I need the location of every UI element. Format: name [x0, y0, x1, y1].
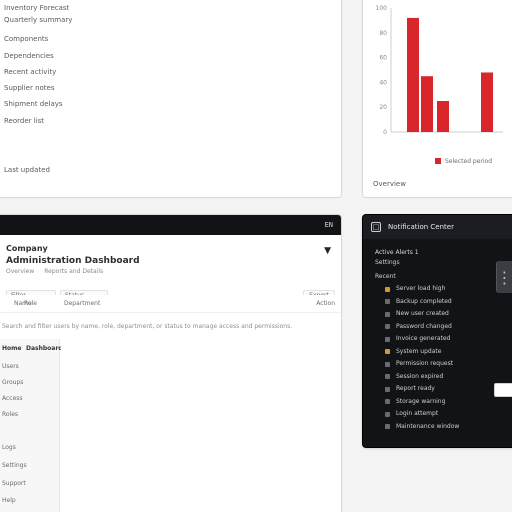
panel-line: Last updated [4, 166, 50, 174]
sidebar-item[interactable]: Logs [2, 444, 16, 452]
bullet-dot-icon [385, 424, 390, 429]
panel-line: Components [4, 35, 49, 43]
notification-text: System update [396, 347, 442, 355]
bullet-dot-icon [385, 374, 390, 379]
notification-row[interactable]: Backup completed [385, 296, 504, 308]
notification-text: Session expired [396, 372, 444, 380]
notification-text: Server load high [396, 285, 446, 292]
bullet-dot-icon [385, 299, 390, 304]
notification-settings-link[interactable]: Settings [375, 259, 400, 267]
panel-line: Inventory Forecast [4, 4, 70, 12]
notification-title: Notification Center [388, 223, 454, 231]
notification-row[interactable]: System update [385, 346, 504, 358]
warning-dot-icon [385, 349, 390, 354]
window-titlebar: EN [0, 215, 341, 235]
panel-line: Recent activity [4, 68, 57, 76]
bullet-dot-icon [385, 361, 390, 367]
notification-summary: Active Alerts 1 [375, 249, 419, 256]
y-tick-label: 100 [376, 5, 388, 12]
chevron-down-icon[interactable]: ▼ [324, 246, 331, 257]
notification-row[interactable]: Permission request [385, 358, 504, 370]
column-header[interactable]: Action [316, 300, 335, 308]
notification-row[interactable]: Session expired [385, 371, 504, 383]
notification-row[interactable]: Invoice generated [385, 333, 504, 345]
notification-panel: □ Notification Center Active Alerts 1 Se… [362, 214, 512, 448]
notification-text: Maintenance window [396, 422, 460, 430]
notification-header: □ Notification Center [363, 215, 512, 239]
search-help-text: Search and filter users by name, role, d… [2, 323, 293, 330]
bar[interactable] [421, 76, 433, 132]
column-header[interactable]: Department [64, 300, 100, 308]
notification-section: Recent [375, 273, 396, 280]
legend-label: Selected period [445, 158, 492, 165]
notification-row[interactable]: Server load high [385, 283, 504, 295]
panel-line: Reorder list [4, 117, 45, 125]
sidebar-item[interactable]: Roles [2, 411, 18, 419]
notification-row[interactable]: Report ready [385, 383, 504, 395]
bar-chart: 0 20 40 60 80 100 Selected period [376, 5, 503, 165]
y-tick-label: 60 [379, 55, 387, 62]
y-tick-label: 0 [383, 129, 387, 136]
main-window: EN Company Administration Dashboard Over… [0, 214, 342, 512]
sidebar-item[interactable]: Groups [2, 379, 23, 387]
panel-icon: □ [371, 222, 381, 232]
company-name: Company [6, 244, 48, 253]
notification-row[interactable]: Storage warning [385, 396, 504, 408]
notification-row[interactable]: Maintenance window [385, 421, 504, 433]
panel-line: Supplier notes [4, 84, 55, 92]
y-tick-label: 80 [379, 30, 387, 37]
page-title: Administration Dashboard [6, 256, 140, 266]
y-tick-label: 20 [379, 104, 387, 111]
sidebar-item[interactable]: Support [2, 480, 26, 488]
subtitle-item: Reports and Details [44, 268, 104, 275]
notification-text: Password changed [396, 322, 452, 330]
bullet-dot-icon [385, 336, 390, 342]
notification-text: New user created [396, 310, 449, 317]
content-area [61, 339, 341, 512]
bullet-dot-icon [385, 411, 390, 417]
notification-text: Invoice generated [396, 335, 451, 342]
subtitle-item: Overview [6, 268, 35, 275]
bar[interactable] [481, 72, 493, 132]
bullet-dot-icon [385, 399, 390, 404]
y-tick-label: 40 [379, 79, 387, 86]
chart-caption: Overview [373, 180, 406, 188]
table-header: Name Role Department Action [0, 295, 341, 313]
notification-row[interactable]: Password changed [385, 321, 504, 333]
warning-dot-icon [385, 286, 390, 292]
notification-text: Backup completed [396, 297, 452, 305]
notification-text: Storage warning [396, 397, 446, 405]
panel-drag-handle[interactable]: ⋮ [496, 261, 512, 293]
bullet-dot-icon [385, 386, 390, 392]
page-header: Company Administration Dashboard Overvie… [0, 237, 341, 287]
notification-text: Report ready [396, 385, 435, 392]
page-subtitle-row: Overview Reports and Details [6, 268, 103, 276]
sidebar-home[interactable]: Home [2, 345, 21, 353]
sidebar: Home Dashboard Users Groups Access Roles… [0, 339, 63, 512]
notification-text: Permission request [396, 360, 454, 367]
search-help-row: Search and filter users by name, role, d… [0, 318, 341, 338]
legend-swatch [435, 158, 441, 164]
panel-line: Shipment delays [4, 100, 63, 108]
window-language[interactable]: EN [325, 221, 333, 229]
panel-line: Quarterly summary [4, 16, 73, 24]
notification-row[interactable]: New user created [385, 308, 504, 320]
chart-card: 0 20 40 60 80 100 Selected period Overview [362, 0, 512, 198]
sidebar-item[interactable]: Settings [2, 462, 27, 470]
notification-text: Login attempt [396, 410, 439, 417]
bar[interactable] [407, 17, 419, 133]
column-header[interactable]: Role [24, 300, 37, 308]
sidebar-item[interactable]: Help [2, 497, 16, 505]
sidebar-item[interactable]: Users [2, 363, 19, 371]
info-panel: Inventory Forecast Quarterly summary Com… [0, 0, 342, 198]
panel-mini-tab[interactable] [494, 383, 512, 397]
sidebar-active-label[interactable]: Dashboard [26, 345, 63, 353]
bullet-dot-icon [385, 324, 390, 329]
bar[interactable] [437, 101, 449, 132]
notification-row[interactable]: Login attempt [385, 408, 504, 420]
bullet-dot-icon [385, 311, 390, 317]
panel-line: Dependencies [4, 52, 54, 60]
sidebar-item[interactable]: Access [2, 395, 23, 403]
